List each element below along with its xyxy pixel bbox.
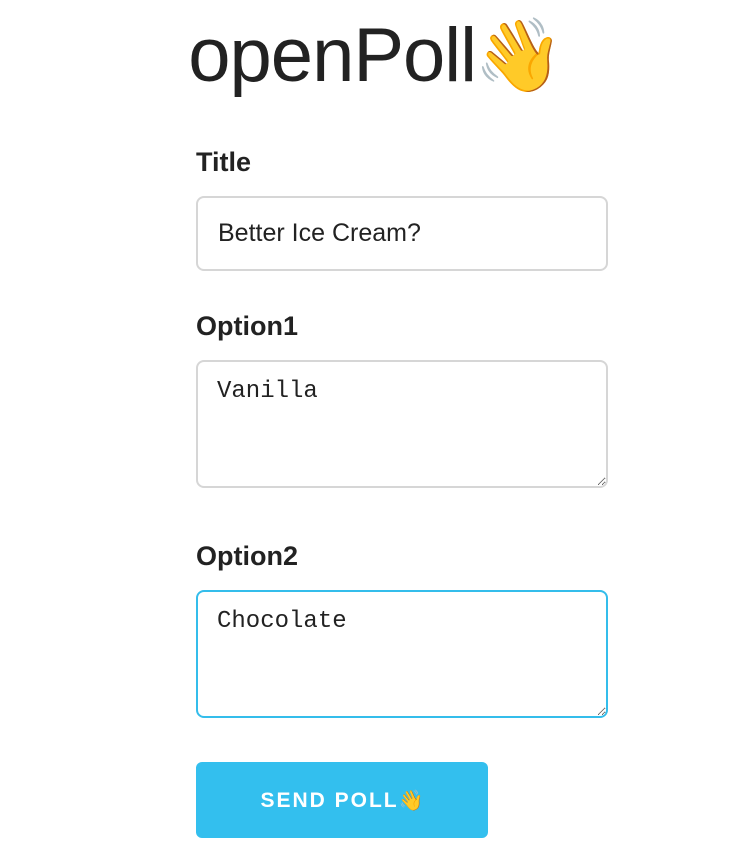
send-poll-label: SEND POLL [260,788,399,812]
app-root: openPoll👋 Title Option1 Vanilla Option2 … [0,0,751,846]
poll-form: Title Option1 Vanilla Option2 Chocolate … [196,140,608,838]
title-label: Title [196,147,252,177]
brand-logo: openPoll👋 [0,8,751,104]
send-poll-button[interactable]: SEND POLL👋 [196,762,488,838]
option2-label: Option2 [196,541,298,571]
waving-hand-icon: 👋 [398,789,424,812]
option1-textarea[interactable]: Vanilla [196,360,608,488]
title-input[interactable] [196,196,608,271]
waving-hand-icon: 👋 [474,16,564,96]
option1-label: Option1 [196,311,298,341]
brand-name: openPoll [188,13,477,98]
option2-textarea[interactable]: Chocolate [196,590,608,718]
